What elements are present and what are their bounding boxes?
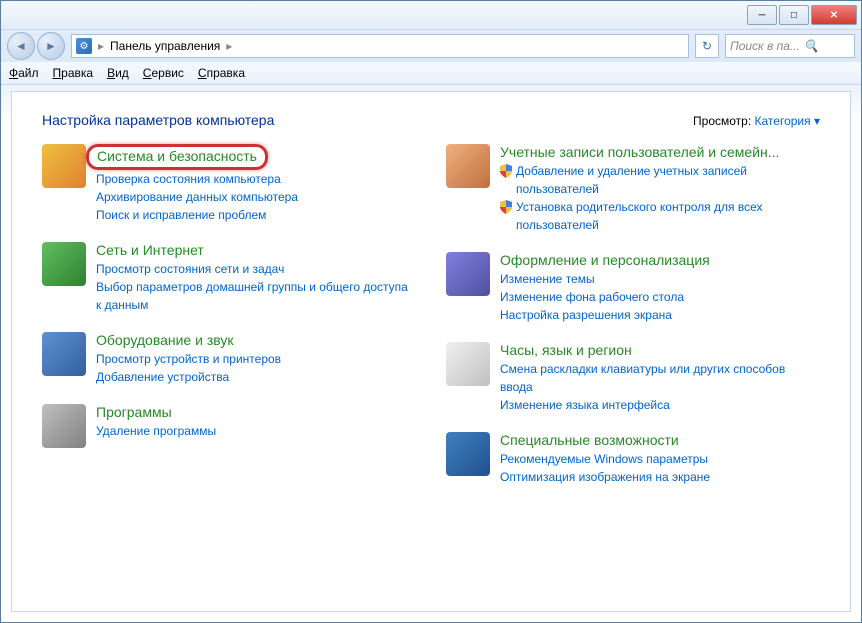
view-by-label: Просмотр:	[693, 114, 751, 128]
category-icon	[446, 144, 490, 188]
menu-Правка[interactable]: Правка	[53, 66, 94, 80]
view-by-dropdown[interactable]: Категория ▾	[755, 114, 820, 128]
page-header: Настройка параметров компьютера Просмотр…	[42, 112, 820, 128]
right-column: Учетные записи пользователей и семейн...…	[446, 144, 820, 504]
category-icon	[446, 432, 490, 476]
category-link[interactable]: Смена раскладки клавиатуры или других сп…	[500, 360, 820, 396]
content-area: Настройка параметров компьютера Просмотр…	[11, 91, 851, 612]
breadcrumb[interactable]: Панель управления	[110, 39, 220, 53]
category-title[interactable]: Часы, язык и регион	[500, 342, 820, 358]
navbar: ◄ ► ▸ Панель управления ▸ ↻ Поиск в па..…	[1, 30, 861, 62]
category-title[interactable]: Система и безопасность	[97, 148, 257, 164]
category-title[interactable]: Специальные возможности	[500, 432, 820, 448]
page-title: Настройка параметров компьютера	[42, 112, 274, 128]
category-link[interactable]: Изменение темы	[500, 270, 820, 288]
category-icon	[42, 144, 86, 188]
category-icon	[42, 404, 86, 448]
category-link[interactable]: Поиск и исправление проблем	[96, 206, 416, 224]
refresh-button[interactable]: ↻	[695, 34, 719, 58]
crumb-sep-icon: ▸	[226, 39, 232, 53]
category: Система и безопасность Проверка состояния…	[42, 144, 416, 224]
category: Оборудование и звук Просмотр устройств и …	[42, 332, 416, 386]
category-title[interactable]: Учетные записи пользователей и семейн...	[500, 144, 820, 160]
minimize-button[interactable]: ─	[747, 5, 777, 25]
category: Сеть и Интернет Просмотр состояния сети и…	[42, 242, 416, 314]
category: Оформление и персонализация Изменение тем…	[446, 252, 820, 324]
category-title[interactable]: Сеть и Интернет	[96, 242, 416, 258]
crumb-sep-icon: ▸	[98, 39, 104, 53]
search-icon: 🔍	[804, 39, 819, 53]
category: Часы, язык и регион Смена раскладки клави…	[446, 342, 820, 414]
category-icon	[446, 252, 490, 296]
category: Учетные записи пользователей и семейн...…	[446, 144, 820, 234]
category: Программы Удаление программы	[42, 404, 416, 448]
back-button[interactable]: ◄	[7, 32, 35, 60]
search-input[interactable]: Поиск в па... 🔍	[725, 34, 855, 58]
category-link[interactable]: Добавление устройства	[96, 368, 416, 386]
control-panel-icon	[76, 38, 92, 54]
highlight-annotation: Система и безопасность	[86, 144, 268, 170]
category-icon	[446, 342, 490, 386]
forward-button[interactable]: ►	[37, 32, 65, 60]
category: Специальные возможности Рекомендуемые Win…	[446, 432, 820, 486]
left-column: Система и безопасность Проверка состояния…	[42, 144, 416, 504]
category-link[interactable]: Установка родительского контроля для все…	[500, 198, 820, 234]
menu-Вид[interactable]: Вид	[107, 66, 129, 80]
category-link[interactable]: Выбор параметров домашней группы и общег…	[96, 278, 416, 314]
titlebar: ─ □ ✕	[1, 1, 861, 30]
category-link[interactable]: Изменение языка интерфейса	[500, 396, 820, 414]
category-link[interactable]: Проверка состояния компьютера	[96, 170, 416, 188]
menu-Сервис[interactable]: Сервис	[143, 66, 184, 80]
search-placeholder: Поиск в па...	[730, 39, 800, 53]
address-bar[interactable]: ▸ Панель управления ▸	[71, 34, 689, 58]
category-icon	[42, 242, 86, 286]
maximize-button[interactable]: □	[779, 5, 809, 25]
category-link[interactable]: Изменение фона рабочего стола	[500, 288, 820, 306]
category-link[interactable]: Удаление программы	[96, 422, 416, 440]
category-link[interactable]: Архивирование данных компьютера	[96, 188, 416, 206]
category-title[interactable]: Оборудование и звук	[96, 332, 416, 348]
menubar: Файл Правка Вид Сервис Справка	[1, 62, 861, 85]
category-link[interactable]: Рекомендуемые Windows параметры	[500, 450, 820, 468]
category-link[interactable]: Просмотр состояния сети и задач	[96, 260, 416, 278]
category-title[interactable]: Оформление и персонализация	[500, 252, 820, 268]
menu-Файл[interactable]: Файл	[9, 66, 39, 80]
category-link[interactable]: Оптимизация изображения на экране	[500, 468, 820, 486]
category-link[interactable]: Добавление и удаление учетных записей по…	[500, 162, 820, 198]
category-title[interactable]: Программы	[96, 404, 416, 420]
control-panel-window: ─ □ ✕ ◄ ► ▸ Панель управления ▸ ↻ Поиск …	[0, 0, 862, 623]
category-link[interactable]: Просмотр устройств и принтеров	[96, 350, 416, 368]
menu-Справка[interactable]: Справка	[198, 66, 245, 80]
category-link[interactable]: Настройка разрешения экрана	[500, 306, 820, 324]
category-icon	[42, 332, 86, 376]
view-by: Просмотр: Категория ▾	[693, 114, 820, 128]
close-button[interactable]: ✕	[811, 5, 857, 25]
